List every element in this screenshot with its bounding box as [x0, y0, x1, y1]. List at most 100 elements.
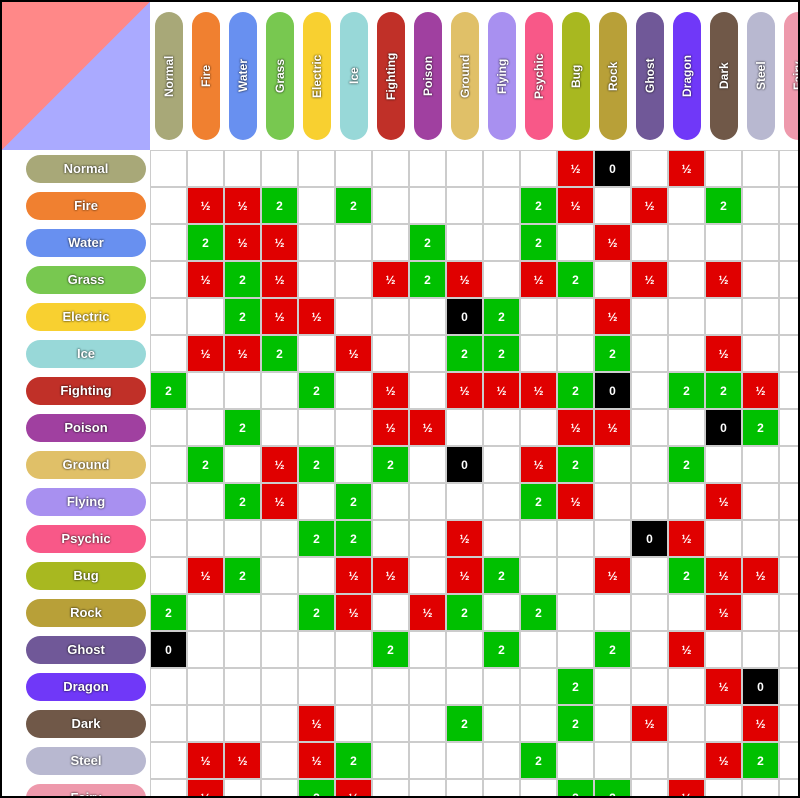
cell-11-1: ½ [187, 557, 224, 594]
cell-15-9 [483, 705, 520, 742]
cell-10-4: 2 [298, 520, 335, 557]
cell-0-8 [446, 150, 483, 187]
cell-3-12 [594, 261, 631, 298]
cell-3-17 [779, 261, 800, 298]
cell-2-10: 2 [520, 224, 557, 261]
col-header-ice: Ice [335, 2, 372, 150]
cell-8-0 [150, 446, 187, 483]
cell-4-4: ½ [298, 298, 335, 335]
cell-5-13 [631, 335, 668, 372]
cell-0-12: 0 [594, 150, 631, 187]
cell-17-12: 2 [594, 779, 631, 798]
cell-9-6 [372, 483, 409, 520]
cell-6-2 [224, 372, 261, 409]
cell-7-0 [150, 409, 187, 446]
row-headers: NormalFireWaterGrassElectricIceFightingP… [2, 150, 150, 798]
cell-9-5: 2 [335, 483, 372, 520]
cell-10-11 [557, 520, 594, 557]
cell-10-15 [705, 520, 742, 557]
cell-11-12: ½ [594, 557, 631, 594]
cell-12-9 [483, 594, 520, 631]
cell-13-17 [779, 631, 800, 668]
cell-7-1 [187, 409, 224, 446]
cell-14-4 [298, 668, 335, 705]
cell-4-10 [520, 298, 557, 335]
cell-0-0 [150, 150, 187, 187]
cell-14-6 [372, 668, 409, 705]
cell-8-9 [483, 446, 520, 483]
col-header-bug: Bug [557, 2, 594, 150]
cell-9-4 [298, 483, 335, 520]
row-header-rock: Rock [2, 594, 150, 631]
cell-10-13: 0 [631, 520, 668, 557]
row-header-ice: Ice [2, 335, 150, 372]
col-header-grass: Grass [261, 2, 298, 150]
row-header-fairy: Fairy [2, 779, 150, 798]
cell-16-2: ½ [224, 742, 261, 779]
cell-0-13 [631, 150, 668, 187]
cell-16-11 [557, 742, 594, 779]
cell-9-14 [668, 483, 705, 520]
cell-17-3 [261, 779, 298, 798]
col-header-poison: Poison [409, 2, 446, 150]
cell-6-17 [779, 372, 800, 409]
corner [2, 2, 150, 150]
cell-5-6 [372, 335, 409, 372]
cell-17-11: 2 [557, 779, 594, 798]
top-section: NormalFireWaterGrassElectricIceFightingP… [2, 2, 798, 150]
cell-9-8 [446, 483, 483, 520]
cell-15-17 [779, 705, 800, 742]
cell-11-8: ½ [446, 557, 483, 594]
col-header-fire: Fire [187, 2, 224, 150]
cell-5-8: 2 [446, 335, 483, 372]
grid-row-2: 2½½22½ [150, 224, 800, 261]
cell-17-8 [446, 779, 483, 798]
cell-3-2: 2 [224, 261, 261, 298]
cell-9-10: 2 [520, 483, 557, 520]
cell-5-17 [779, 335, 800, 372]
cell-5-10 [520, 335, 557, 372]
cell-13-11 [557, 631, 594, 668]
grid-row-14: 2½0 [150, 668, 800, 705]
cell-0-2 [224, 150, 261, 187]
cell-7-14 [668, 409, 705, 446]
grid-row-6: 22½½½½2022½ [150, 372, 800, 409]
cell-2-16 [742, 224, 779, 261]
cell-2-2: ½ [224, 224, 261, 261]
cell-8-14: 2 [668, 446, 705, 483]
cell-9-13 [631, 483, 668, 520]
grid-row-17: ½2½22½ [150, 779, 800, 798]
cell-1-2: ½ [224, 187, 261, 224]
col-header-steel: Steel [742, 2, 779, 150]
cell-6-12: 0 [594, 372, 631, 409]
cell-13-12: 2 [594, 631, 631, 668]
cell-4-3: ½ [261, 298, 298, 335]
cell-12-8: 2 [446, 594, 483, 631]
cell-4-16 [742, 298, 779, 335]
cell-11-6: ½ [372, 557, 409, 594]
cell-8-3: ½ [261, 446, 298, 483]
cell-12-1 [187, 594, 224, 631]
cell-6-11: 2 [557, 372, 594, 409]
cell-11-16: ½ [742, 557, 779, 594]
cell-6-1 [187, 372, 224, 409]
cell-11-11 [557, 557, 594, 594]
cell-11-3 [261, 557, 298, 594]
cell-14-14 [668, 668, 705, 705]
cell-16-3 [261, 742, 298, 779]
cell-13-14: ½ [668, 631, 705, 668]
cell-6-15: 2 [705, 372, 742, 409]
grid-row-4: 2½½02½ [150, 298, 800, 335]
cell-9-16 [742, 483, 779, 520]
cell-7-12: ½ [594, 409, 631, 446]
cell-1-1: ½ [187, 187, 224, 224]
cell-0-6 [372, 150, 409, 187]
cell-0-7 [409, 150, 446, 187]
cell-10-6 [372, 520, 409, 557]
cell-9-0 [150, 483, 187, 520]
grid-row-0: ½0½ [150, 150, 800, 187]
cell-4-9: 2 [483, 298, 520, 335]
cell-4-2: 2 [224, 298, 261, 335]
cell-6-8: ½ [446, 372, 483, 409]
cell-12-10: 2 [520, 594, 557, 631]
